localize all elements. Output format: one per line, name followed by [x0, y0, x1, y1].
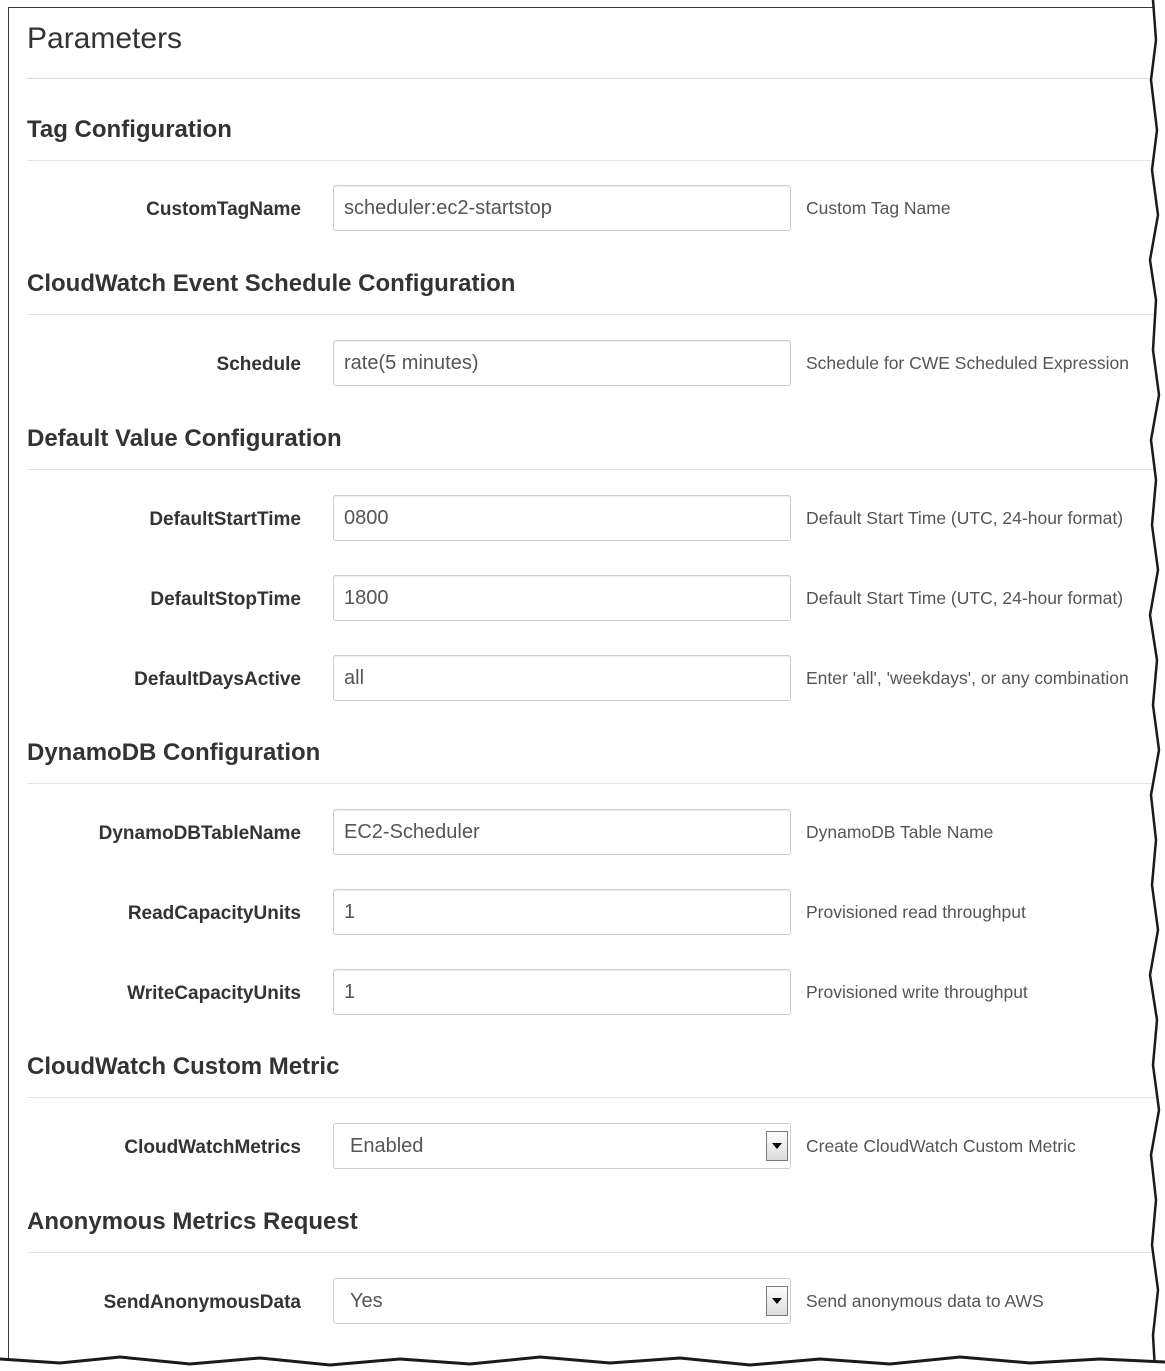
- param-help-text: DynamoDB Table Name: [806, 822, 994, 842]
- param-help-text: Custom Tag Name: [806, 198, 951, 218]
- section-divider: [27, 314, 1157, 315]
- section-divider: [27, 783, 1157, 784]
- param-label: CustomTagName: [146, 199, 301, 220]
- param-help-text: Enter 'all', 'weekdays', or any combinat…: [806, 668, 1129, 688]
- section-title: CloudWatch Custom Metric: [27, 1053, 340, 1080]
- param-label: CloudWatchMetrics: [124, 1137, 301, 1158]
- torn-edge-right: [1148, 0, 1165, 1371]
- param-label: DefaultStopTime: [150, 589, 301, 610]
- dropdown-arrow-icon[interactable]: [766, 1286, 788, 1316]
- param-help-text: Default Start Time (UTC, 24-hour format): [806, 508, 1124, 528]
- param-row-schedule: Schedule Schedule for CWE Scheduled Expr…: [0, 340, 1165, 388]
- param-row-readcapacityunits: ReadCapacityUnits Provisioned read throu…: [0, 889, 1165, 937]
- param-help-text: Provisioned write throughput: [806, 982, 1028, 1002]
- sendanonymousdata-select[interactable]: Yes: [333, 1278, 791, 1324]
- param-row-cloudwatchmetrics: CloudWatchMetrics Enabled Create CloudWa…: [0, 1123, 1165, 1171]
- defaultdaysactive-input[interactable]: [333, 655, 791, 701]
- defaultstarttime-input[interactable]: [333, 495, 791, 541]
- section-title: Anonymous Metrics Request: [27, 1208, 358, 1235]
- select-value: Enabled: [350, 1135, 424, 1157]
- section-divider: [27, 1097, 1157, 1098]
- dynamodbtablename-input[interactable]: [333, 809, 791, 855]
- title-divider: [27, 78, 1157, 79]
- param-row-defaultdaysactive: DefaultDaysActive Enter 'all', 'weekdays…: [0, 655, 1165, 703]
- param-label: SendAnonymousData: [103, 1292, 301, 1313]
- select-value: Yes: [350, 1290, 383, 1312]
- param-row-customtagname: CustomTagName Custom Tag Name: [0, 185, 1165, 233]
- section-divider: [27, 469, 1157, 470]
- param-row-sendanonymousdata: SendAnonymousData Yes Send anonymous dat…: [0, 1278, 1165, 1326]
- writecapacityunits-input[interactable]: [333, 969, 791, 1015]
- section-title: Default Value Configuration: [27, 425, 342, 452]
- param-label: Schedule: [216, 354, 301, 375]
- schedule-input[interactable]: [333, 340, 791, 386]
- section-divider: [27, 160, 1157, 161]
- param-label: ReadCapacityUnits: [127, 903, 301, 924]
- section-title: CloudWatch Event Schedule Configuration: [27, 270, 516, 297]
- param-row-dynamodbtablename: DynamoDBTableName DynamoDB Table Name: [0, 809, 1165, 857]
- section-divider: [27, 1252, 1157, 1253]
- param-label: DefaultStartTime: [149, 509, 301, 530]
- readcapacityunits-input[interactable]: [333, 889, 791, 935]
- param-help-text: Schedule for CWE Scheduled Expression: [806, 353, 1129, 373]
- param-row-writecapacityunits: WriteCapacityUnits Provisioned write thr…: [0, 969, 1165, 1017]
- torn-edge-bottom: [0, 1355, 1165, 1371]
- param-row-defaultstarttime: DefaultStartTime Default Start Time (UTC…: [0, 495, 1165, 543]
- param-help-text: Default Start Time (UTC, 24-hour format): [806, 588, 1124, 608]
- param-row-defaultstoptime: DefaultStopTime Default Start Time (UTC,…: [0, 575, 1165, 623]
- section-title: Tag Configuration: [27, 116, 232, 143]
- param-help-text: Send anonymous data to AWS: [806, 1291, 1044, 1311]
- dropdown-arrow-icon[interactable]: [766, 1131, 788, 1161]
- defaultstoptime-input[interactable]: [333, 575, 791, 621]
- param-help-text: Create CloudWatch Custom Metric: [806, 1136, 1076, 1156]
- cloudwatchmetrics-select[interactable]: Enabled: [333, 1123, 791, 1169]
- param-help-text: Provisioned read throughput: [806, 902, 1026, 922]
- param-label: DynamoDBTableName: [98, 823, 301, 844]
- section-title: DynamoDB Configuration: [27, 739, 321, 766]
- customtagname-input[interactable]: [333, 185, 791, 231]
- param-label: DefaultDaysActive: [134, 669, 301, 690]
- param-label: WriteCapacityUnits: [127, 983, 301, 1004]
- page-title: Parameters: [27, 22, 183, 55]
